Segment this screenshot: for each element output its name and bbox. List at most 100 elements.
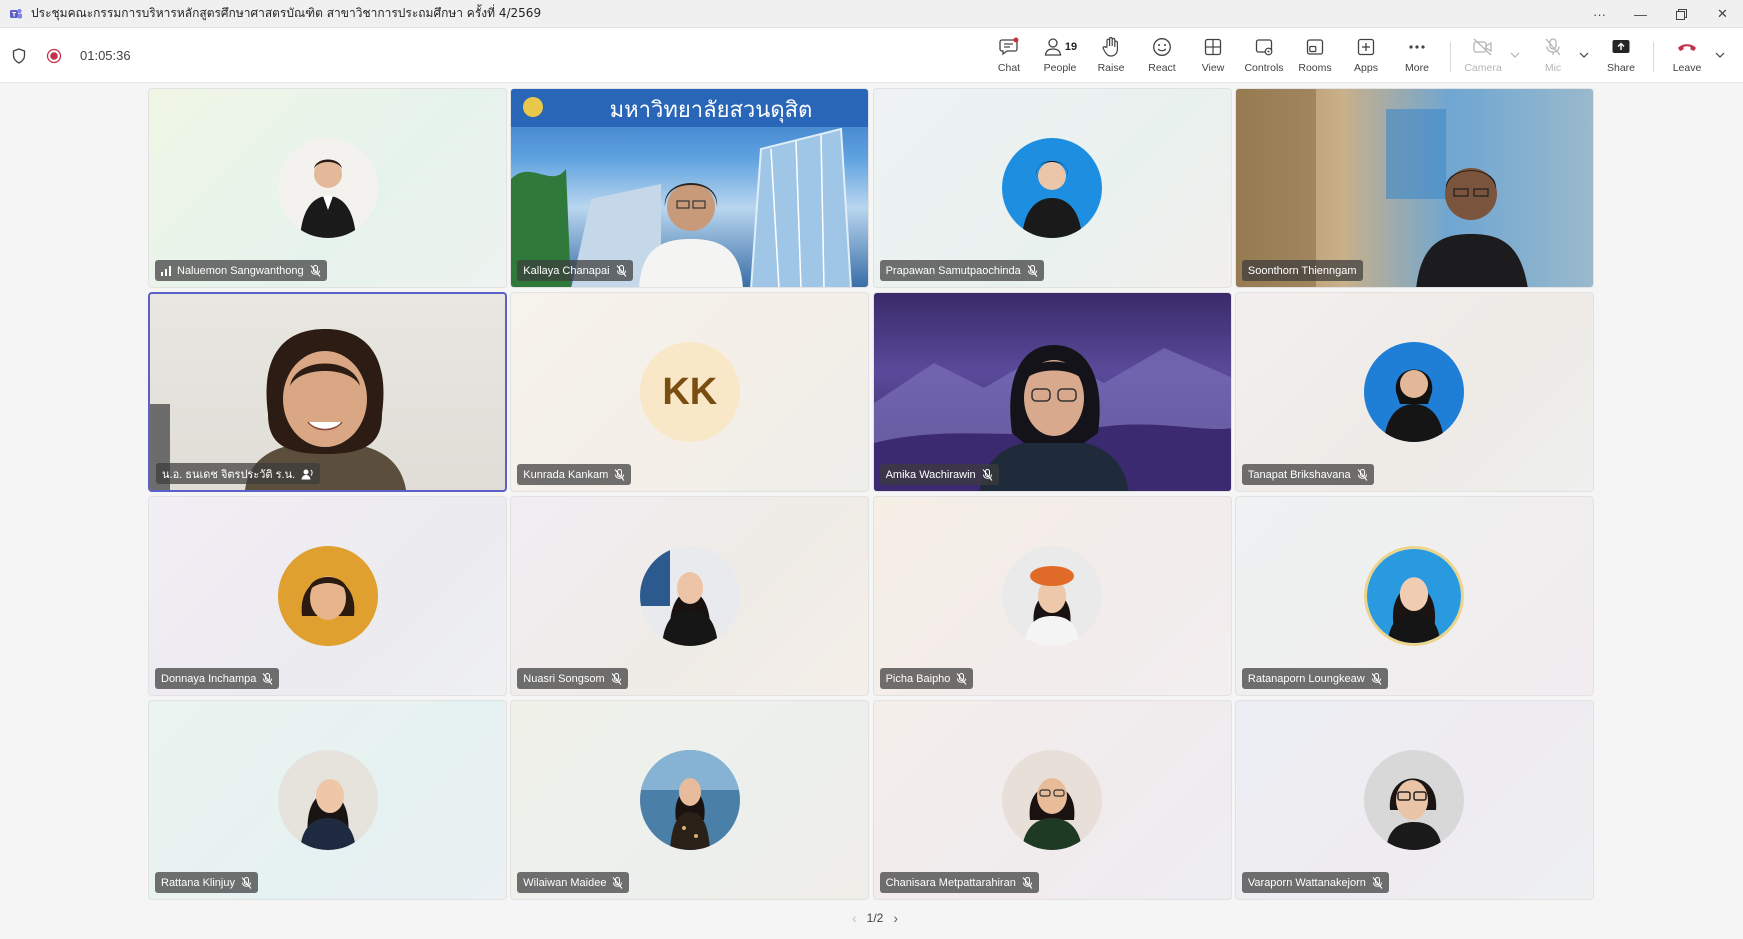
close-button[interactable]: ✕ bbox=[1702, 0, 1743, 28]
minimize-button[interactable]: — bbox=[1620, 0, 1661, 28]
participant-tile[interactable]: Nuasri Songsom bbox=[510, 496, 870, 696]
participant-grid: Naluemon Sangwanthong มหาวิทยาลัยสวนดุสิ… bbox=[148, 88, 1595, 901]
apps-icon bbox=[1357, 38, 1375, 56]
camera-label: Camera bbox=[1464, 62, 1502, 74]
participant-name: Tanapat Brikshavana bbox=[1247, 468, 1351, 481]
mic-muted-icon bbox=[1027, 264, 1038, 277]
leave-button[interactable]: Leave bbox=[1662, 35, 1712, 79]
apps-label: Apps bbox=[1354, 62, 1378, 74]
leave-options-chevron-icon[interactable] bbox=[1713, 48, 1727, 62]
camera-button[interactable]: Camera bbox=[1458, 35, 1508, 79]
hand-icon bbox=[1102, 36, 1118, 57]
next-page-icon[interactable]: › bbox=[893, 910, 898, 926]
chat-button[interactable]: Chat bbox=[984, 35, 1034, 79]
participant-tile[interactable]: Tanapat Brikshavana bbox=[1234, 292, 1594, 492]
restore-button[interactable] bbox=[1661, 0, 1702, 28]
participant-name: Nuasri Songsom bbox=[523, 672, 605, 685]
avatar bbox=[1364, 342, 1465, 442]
people-button[interactable]: 19 People bbox=[1035, 35, 1085, 79]
controls-icon bbox=[1255, 39, 1273, 56]
rooms-button[interactable]: Rooms bbox=[1290, 35, 1340, 79]
more-button[interactable]: More bbox=[1392, 35, 1442, 79]
apps-button[interactable]: Apps bbox=[1341, 35, 1391, 79]
view-label: View bbox=[1201, 62, 1225, 74]
participant-name: Picha Baipho bbox=[885, 672, 951, 685]
avatar bbox=[639, 546, 740, 646]
people-icon bbox=[1044, 38, 1062, 56]
name-tag: Naluemon Sangwanthong bbox=[155, 260, 327, 281]
participant-tile[interactable]: Soonthorn Thienngam bbox=[1234, 88, 1594, 288]
previous-page-icon[interactable]: ‹ bbox=[852, 910, 857, 926]
video-feed bbox=[1235, 89, 1528, 287]
name-tag: Varaporn Wattanakejorn bbox=[1241, 872, 1389, 893]
participant-name: Donnaya Inchampa bbox=[161, 672, 257, 685]
grid-view-icon bbox=[1204, 38, 1222, 56]
participant-tile[interactable]: Picha Baipho bbox=[872, 496, 1232, 696]
mic-muted-icon bbox=[1022, 876, 1033, 889]
name-tag: Chanisara Metpattarahiran bbox=[879, 872, 1039, 893]
participant-tile[interactable]: Amika Wachirawin bbox=[872, 292, 1232, 492]
more-icon bbox=[1409, 45, 1425, 49]
participant-tile[interactable]: Chanisara Metpattarahiran bbox=[872, 700, 1232, 900]
video-feed: มหาวิทยาลัยสวนดุสิต bbox=[511, 89, 869, 287]
react-button[interactable]: React bbox=[1137, 35, 1187, 79]
participant-tile[interactable]: Donnaya Inchampa bbox=[148, 496, 507, 696]
view-button[interactable]: View bbox=[1188, 35, 1238, 79]
mic-label: Mic bbox=[1544, 62, 1562, 74]
mic-muted-icon bbox=[310, 264, 320, 277]
camera-options-chevron-icon[interactable] bbox=[1508, 48, 1522, 62]
toolbar-divider bbox=[1653, 42, 1654, 72]
recording-icon bbox=[46, 48, 62, 63]
mic-muted-icon bbox=[241, 876, 252, 889]
participant-tile[interactable]: Ratanaporn Loungkeaw bbox=[1234, 496, 1594, 696]
camera-off-icon bbox=[1473, 38, 1492, 56]
speaking-icon bbox=[301, 469, 313, 479]
more-label: More bbox=[1405, 62, 1429, 74]
raise-label: Raise bbox=[1097, 62, 1125, 74]
share-icon bbox=[1612, 40, 1630, 53]
participant-name: Prapawan Samutpaochinda bbox=[885, 264, 1021, 277]
grid-pager: ‹ 1/2 › bbox=[835, 908, 915, 928]
participant-name: Wilaiwan Maidee bbox=[523, 876, 607, 889]
raise-hand-button[interactable]: Raise bbox=[1086, 35, 1136, 79]
mic-button[interactable]: Mic bbox=[1528, 35, 1578, 79]
video-feed bbox=[150, 329, 406, 490]
teams-icon: T bbox=[10, 8, 22, 18]
participant-tile[interactable]: Rattana Klinjuy bbox=[148, 700, 507, 900]
mic-muted-icon bbox=[957, 672, 967, 685]
participant-tile[interactable]: Varaporn Wattanakejorn bbox=[1234, 700, 1594, 900]
title-bar: T ประชุมคณะกรรมการบริหารหลักสูตรศึกษาศาส… bbox=[0, 0, 1743, 28]
name-tag: Kallaya Chanapai bbox=[517, 260, 633, 281]
share-button[interactable]: Share bbox=[1596, 35, 1646, 79]
participant-name: น.อ. ธนเดช จิตรประวัติ ร.น. bbox=[162, 468, 296, 481]
shield-icon[interactable] bbox=[12, 47, 26, 64]
mic-muted-icon bbox=[982, 468, 993, 481]
more-options-icon[interactable]: ··· bbox=[1579, 0, 1620, 28]
participant-name: Chanisara Metpattarahiran bbox=[885, 876, 1016, 889]
name-tag: Amika Wachirawin bbox=[879, 464, 999, 485]
avatar bbox=[639, 750, 740, 850]
participant-tile[interactable]: น.อ. ธนเดช จิตรประวัติ ร.น. bbox=[148, 292, 507, 492]
participant-tile[interactable]: Naluemon Sangwanthong bbox=[148, 88, 507, 288]
participant-name: Rattana Klinjuy bbox=[161, 876, 235, 889]
mic-muted-icon bbox=[1371, 672, 1382, 685]
participant-name: Varaporn Wattanakejorn bbox=[1247, 876, 1366, 889]
name-tag: Rattana Klinjuy bbox=[155, 872, 258, 893]
chat-label: Chat bbox=[997, 62, 1021, 74]
controls-label: Controls bbox=[1244, 62, 1284, 74]
avatar-initials: KK bbox=[639, 342, 740, 442]
participant-name: Amika Wachirawin bbox=[885, 468, 976, 481]
participant-name: Soonthorn Thienngam bbox=[1247, 264, 1357, 277]
name-tag: Donnaya Inchampa bbox=[155, 668, 280, 689]
participant-tile[interactable]: Wilaiwan Maidee bbox=[510, 700, 870, 900]
name-tag: น.อ. ธนเดช จิตรประวัติ ร.น. bbox=[156, 463, 321, 484]
controls-button[interactable]: Controls bbox=[1239, 35, 1289, 79]
participant-name: Kunrada Kankam bbox=[523, 468, 609, 481]
mic-options-chevron-icon[interactable] bbox=[1577, 48, 1591, 62]
hang-up-icon bbox=[1678, 44, 1696, 51]
mic-muted-icon bbox=[616, 264, 626, 277]
participant-tile[interactable]: มหาวิทยาลัยสวนดุสิต Kallaya Chanapai bbox=[510, 88, 870, 288]
signal-icon bbox=[161, 265, 171, 276]
participant-tile[interactable]: KK Kunrada Kankam bbox=[510, 292, 870, 492]
participant-tile[interactable]: Prapawan Samutpaochinda bbox=[872, 88, 1232, 288]
